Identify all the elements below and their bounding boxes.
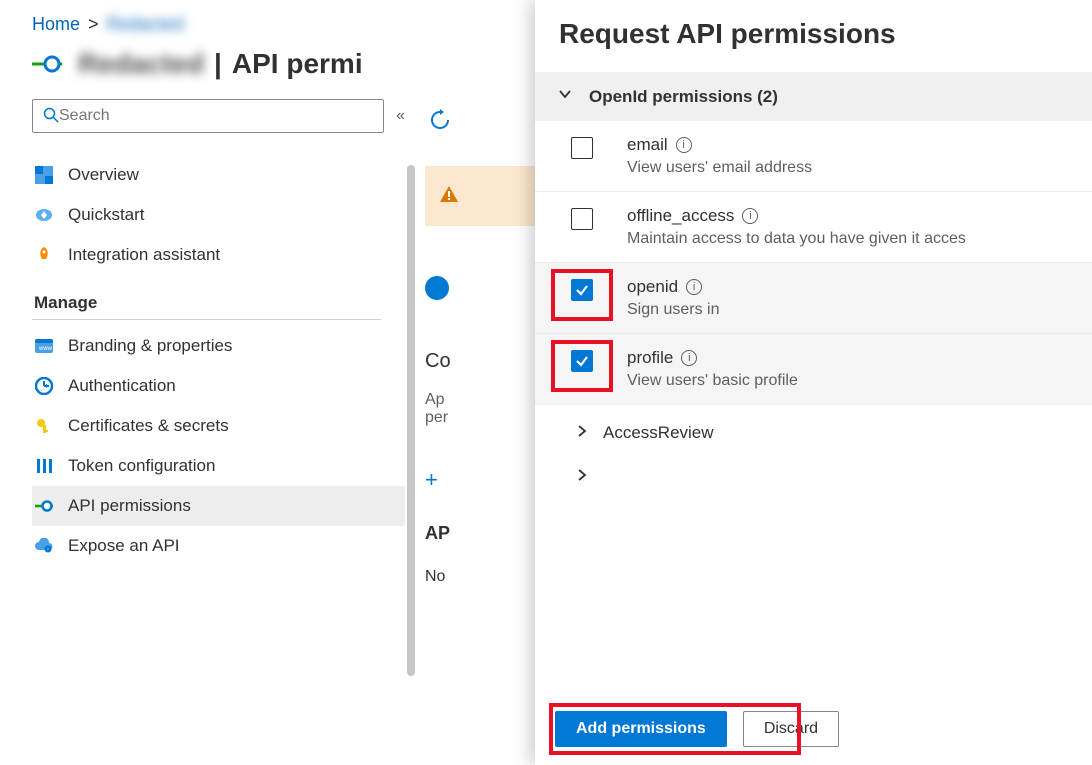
- info-icon[interactable]: i: [742, 208, 758, 224]
- breadcrumb-separator: >: [88, 14, 99, 35]
- request-permissions-panel: Request API permissions OpenId permissio…: [535, 0, 1092, 765]
- permission-row-profile: profile i View users' basic profile: [535, 334, 1092, 405]
- page-title: Redacted | API permi: [78, 48, 363, 80]
- permission-row-offline-access: offline_access i Maintain access to data…: [535, 192, 1092, 263]
- checkbox-email[interactable]: [571, 137, 593, 159]
- permission-name: openid: [627, 277, 678, 297]
- chevron-right-icon: [575, 423, 589, 443]
- sidebar-item-label: Certificates & secrets: [68, 416, 229, 436]
- info-icon[interactable]: i: [686, 279, 702, 295]
- sidebar-item-authentication[interactable]: Authentication: [32, 366, 405, 406]
- permission-name: profile: [627, 348, 673, 368]
- breadcrumb-app-name[interactable]: Redacted: [107, 14, 184, 35]
- permission-row-openid: openid i Sign users in: [535, 263, 1092, 334]
- permission-description: View users' email address: [627, 159, 1070, 177]
- group-header-openid[interactable]: OpenId permissions (2): [535, 72, 1092, 121]
- cloud-gear-icon: [34, 536, 54, 556]
- authentication-icon: [34, 376, 54, 396]
- token-icon: [34, 456, 54, 476]
- sidebar-item-quickstart[interactable]: Quickstart: [32, 195, 405, 235]
- collapse-sidebar-button[interactable]: «: [396, 107, 405, 125]
- warning-icon: [439, 184, 459, 209]
- permission-row-email: email i View users' email address: [535, 121, 1092, 192]
- group-header-collapsed[interactable]: [535, 461, 1092, 505]
- search-icon: [43, 107, 59, 126]
- group-header-label: AccessReview: [603, 423, 714, 443]
- overview-icon: [34, 165, 54, 185]
- page-title-section: API permi: [232, 48, 363, 80]
- svg-text:www: www: [38, 346, 53, 352]
- sidebar-item-label: Authentication: [68, 376, 176, 396]
- sidebar-item-certificates[interactable]: Certificates & secrets: [32, 406, 405, 446]
- sidebar-item-api-permissions[interactable]: API permissions: [32, 486, 405, 526]
- group-header-accessreview[interactable]: AccessReview: [535, 405, 1092, 461]
- sidebar-item-label: Token configuration: [68, 456, 215, 476]
- sidebar-item-label: Quickstart: [68, 205, 145, 225]
- api-permissions-icon: [30, 47, 64, 81]
- sidebar: « Overview Quickstart Integration assist…: [0, 99, 415, 744]
- sidebar-section-manage: Manage: [32, 275, 381, 320]
- breadcrumb-home[interactable]: Home: [32, 14, 80, 35]
- rocket-icon: [34, 245, 54, 265]
- permission-name: offline_access: [627, 206, 734, 226]
- sidebar-item-label: Expose an API: [68, 536, 180, 556]
- refresh-icon[interactable]: [429, 109, 451, 136]
- sidebar-item-expose-api[interactable]: Expose an API: [32, 526, 405, 566]
- add-permissions-button[interactable]: Add permissions: [555, 711, 727, 747]
- search-input[interactable]: [59, 107, 373, 125]
- chevron-right-icon: [575, 467, 589, 487]
- sidebar-item-token-config[interactable]: Token configuration: [32, 446, 405, 486]
- sidebar-item-integration[interactable]: Integration assistant: [32, 235, 405, 275]
- search-box[interactable]: [32, 99, 384, 133]
- api-permissions-icon: [34, 496, 54, 516]
- group-header-label: OpenId permissions (2): [589, 87, 778, 107]
- checkbox-offline-access[interactable]: [571, 208, 593, 230]
- page-title-app-name: Redacted: [78, 48, 204, 80]
- plus-icon[interactable]: +: [425, 467, 438, 493]
- sidebar-item-branding[interactable]: www Branding & properties: [32, 326, 405, 366]
- info-icon[interactable]: i: [681, 350, 697, 366]
- permission-description: Maintain access to data you have given i…: [627, 230, 1070, 248]
- sidebar-item-label: Branding & properties: [68, 336, 232, 356]
- sidebar-item-label: API permissions: [68, 496, 191, 516]
- page-title-separator: |: [214, 48, 222, 80]
- sidebar-item-label: Integration assistant: [68, 245, 220, 265]
- panel-title: Request API permissions: [535, 0, 1092, 72]
- branding-icon: www: [34, 336, 54, 356]
- sidebar-item-label: Overview: [68, 165, 139, 185]
- key-icon: [34, 416, 54, 436]
- permission-description: View users' basic profile: [627, 372, 1070, 390]
- info-banner-icon: [425, 276, 449, 300]
- permission-name: email: [627, 135, 668, 155]
- sidebar-item-overview[interactable]: Overview: [32, 155, 405, 195]
- chevron-down-icon: [557, 86, 573, 107]
- discard-button[interactable]: Discard: [743, 711, 839, 747]
- permission-description: Sign users in: [627, 301, 1070, 319]
- checkbox-openid[interactable]: [571, 279, 593, 301]
- checkbox-profile[interactable]: [571, 350, 593, 372]
- info-icon[interactable]: i: [676, 137, 692, 153]
- quickstart-icon: [34, 205, 54, 225]
